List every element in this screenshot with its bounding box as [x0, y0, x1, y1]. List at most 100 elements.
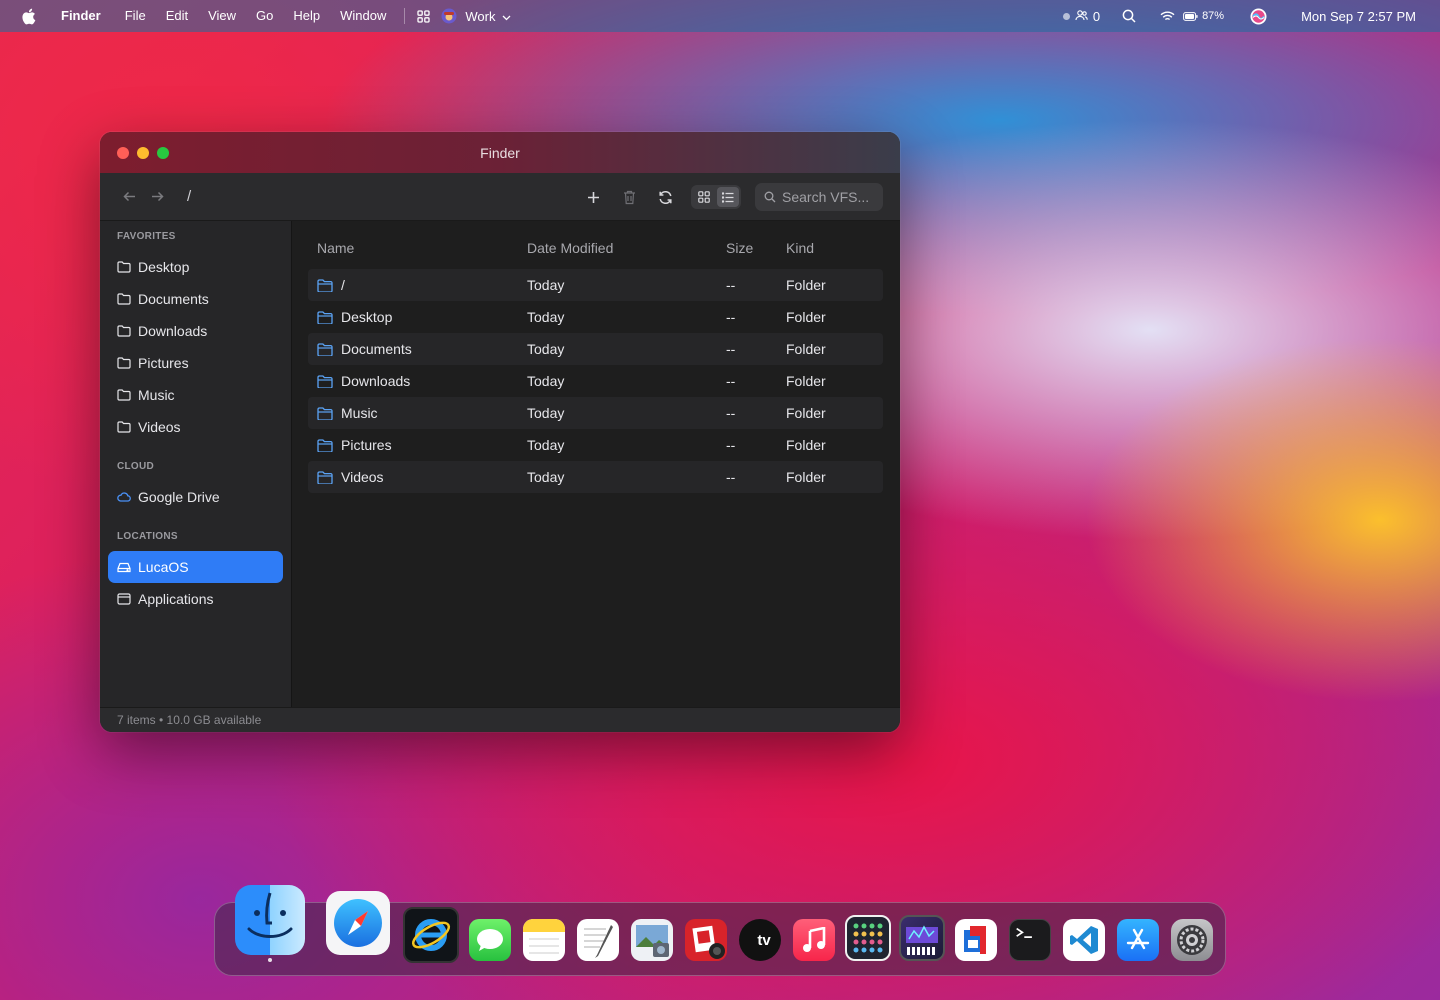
- maximize-window-button[interactable]: [157, 147, 169, 159]
- apple-tv-icon[interactable]: tv: [739, 919, 781, 961]
- search-input[interactable]: [782, 189, 874, 205]
- menu-help[interactable]: Help: [283, 0, 330, 32]
- preview-icon[interactable]: [631, 919, 673, 961]
- folder-outline-icon: [117, 356, 131, 370]
- table-row[interactable]: Pictures Today -- Folder: [308, 429, 883, 461]
- textedit-icon[interactable]: [577, 919, 619, 961]
- file-size: --: [726, 341, 736, 357]
- grid-view-button[interactable]: [693, 187, 715, 207]
- menu-window[interactable]: Window: [330, 0, 396, 32]
- close-window-button[interactable]: [117, 147, 129, 159]
- menu-view[interactable]: View: [198, 0, 246, 32]
- list-view-button[interactable]: [717, 187, 739, 207]
- sidebar-item-downloads[interactable]: Downloads: [108, 315, 283, 347]
- sidebar-item-applications[interactable]: Applications: [108, 583, 283, 615]
- grid-icon: [698, 191, 710, 203]
- sidebar-item-lucaos[interactable]: LucaOS: [108, 551, 283, 583]
- file-date: Today: [527, 341, 565, 357]
- column-header-size[interactable]: Size: [726, 240, 786, 256]
- battery-icon: [1183, 9, 1198, 24]
- file-date: Today: [527, 373, 565, 389]
- sidebar-item-desktop[interactable]: Desktop: [108, 251, 283, 283]
- wifi-icon[interactable]: [1160, 11, 1175, 22]
- column-header-date[interactable]: Date Modified: [527, 240, 726, 256]
- table-row[interactable]: Music Today -- Folder: [308, 397, 883, 429]
- file-kind: Folder: [786, 373, 826, 389]
- new-item-button[interactable]: [579, 183, 607, 211]
- forward-button[interactable]: [143, 183, 171, 211]
- launchpad-grid-icon[interactable]: [845, 915, 891, 961]
- sidebar-item-videos[interactable]: Videos: [108, 411, 283, 443]
- table-row[interactable]: Documents Today -- Folder: [308, 333, 883, 365]
- file-kind: Folder: [786, 309, 826, 325]
- menu-file[interactable]: File: [115, 0, 156, 32]
- arrow-left-icon: [122, 191, 135, 202]
- table-row[interactable]: Videos Today -- Folder: [308, 461, 883, 493]
- sidebar-item-music[interactable]: Music: [108, 379, 283, 411]
- finder-running-indicator: [268, 958, 272, 962]
- menu-app-name[interactable]: Finder: [51, 0, 115, 32]
- folder-outline-icon: [117, 420, 131, 434]
- table-row[interactable]: / Today -- Folder: [308, 269, 883, 301]
- photo-booth-icon[interactable]: [685, 919, 727, 961]
- refresh-button[interactable]: [651, 183, 679, 211]
- folder-icon: [317, 310, 333, 324]
- workspace-selector[interactable]: Work: [433, 6, 516, 26]
- file-kind: Folder: [786, 277, 826, 293]
- safari-icon[interactable]: [326, 891, 390, 955]
- column-header-kind[interactable]: Kind: [786, 240, 883, 256]
- file-size: --: [726, 309, 736, 325]
- column-headers: Name Date Modified Size Kind: [308, 235, 883, 261]
- search-field[interactable]: [755, 183, 883, 211]
- finder-icon[interactable]: [235, 885, 305, 955]
- file-name: Music: [341, 405, 378, 421]
- file-date: Today: [527, 309, 565, 325]
- window-titlebar[interactable]: Finder: [100, 132, 900, 173]
- spotlight-search-icon[interactable]: [1122, 9, 1136, 23]
- delete-button[interactable]: [615, 183, 643, 211]
- clock-datetime[interactable]: Mon Sep 7 2:57 PM: [1301, 9, 1416, 24]
- file-size: --: [726, 405, 736, 421]
- file-kind: Folder: [786, 341, 826, 357]
- file-list: Name Date Modified Size Kind / Today -- Fol…: [292, 221, 900, 707]
- vscode-icon[interactable]: [1063, 919, 1105, 961]
- folder-icon: [317, 470, 333, 484]
- users-status[interactable]: 0: [1062, 9, 1100, 24]
- sidebar-item-google-drive[interactable]: Google Drive: [108, 481, 283, 513]
- sidebar-item-label: Pictures: [138, 355, 189, 371]
- minimize-window-button[interactable]: [137, 147, 149, 159]
- file-name: Downloads: [341, 373, 411, 389]
- terminal-icon[interactable]: [1009, 919, 1051, 961]
- notes-icon[interactable]: [523, 919, 565, 961]
- sidebar-item-label: Desktop: [138, 259, 190, 275]
- spaces-grid-icon[interactable]: [413, 6, 433, 26]
- synth-icon[interactable]: [899, 915, 945, 961]
- sidebar-item-documents[interactable]: Documents: [108, 283, 283, 315]
- sidebar-item-pictures[interactable]: Pictures: [108, 347, 283, 379]
- back-button[interactable]: [115, 183, 143, 211]
- system-settings-icon[interactable]: [1171, 919, 1213, 961]
- file-kind: Folder: [786, 437, 826, 453]
- trash-icon: [623, 190, 635, 204]
- file-kind: Folder: [786, 405, 826, 421]
- messages-icon[interactable]: [469, 919, 511, 961]
- folder-outline-icon: [117, 292, 131, 306]
- folder-icon: [317, 374, 333, 388]
- column-header-name[interactable]: Name: [308, 240, 527, 256]
- internet-explorer-icon[interactable]: [403, 907, 459, 963]
- folder-outline-icon: [117, 388, 131, 402]
- apple-logo-icon[interactable]: [19, 7, 37, 25]
- folder-outline-icon: [117, 260, 131, 274]
- parallels-icon[interactable]: [955, 919, 997, 961]
- file-name: /: [341, 277, 345, 293]
- app-store-icon[interactable]: [1117, 919, 1159, 961]
- table-row[interactable]: Desktop Today -- Folder: [308, 301, 883, 333]
- battery-status[interactable]: 87%: [1183, 9, 1224, 24]
- siri-icon[interactable]: [1250, 8, 1267, 25]
- current-path: /: [187, 188, 192, 205]
- menu-go[interactable]: Go: [246, 0, 283, 32]
- menu-edit[interactable]: Edit: [156, 0, 198, 32]
- music-icon[interactable]: [793, 919, 835, 961]
- app-window-icon: [117, 592, 131, 606]
- table-row[interactable]: Downloads Today -- Folder: [308, 365, 883, 397]
